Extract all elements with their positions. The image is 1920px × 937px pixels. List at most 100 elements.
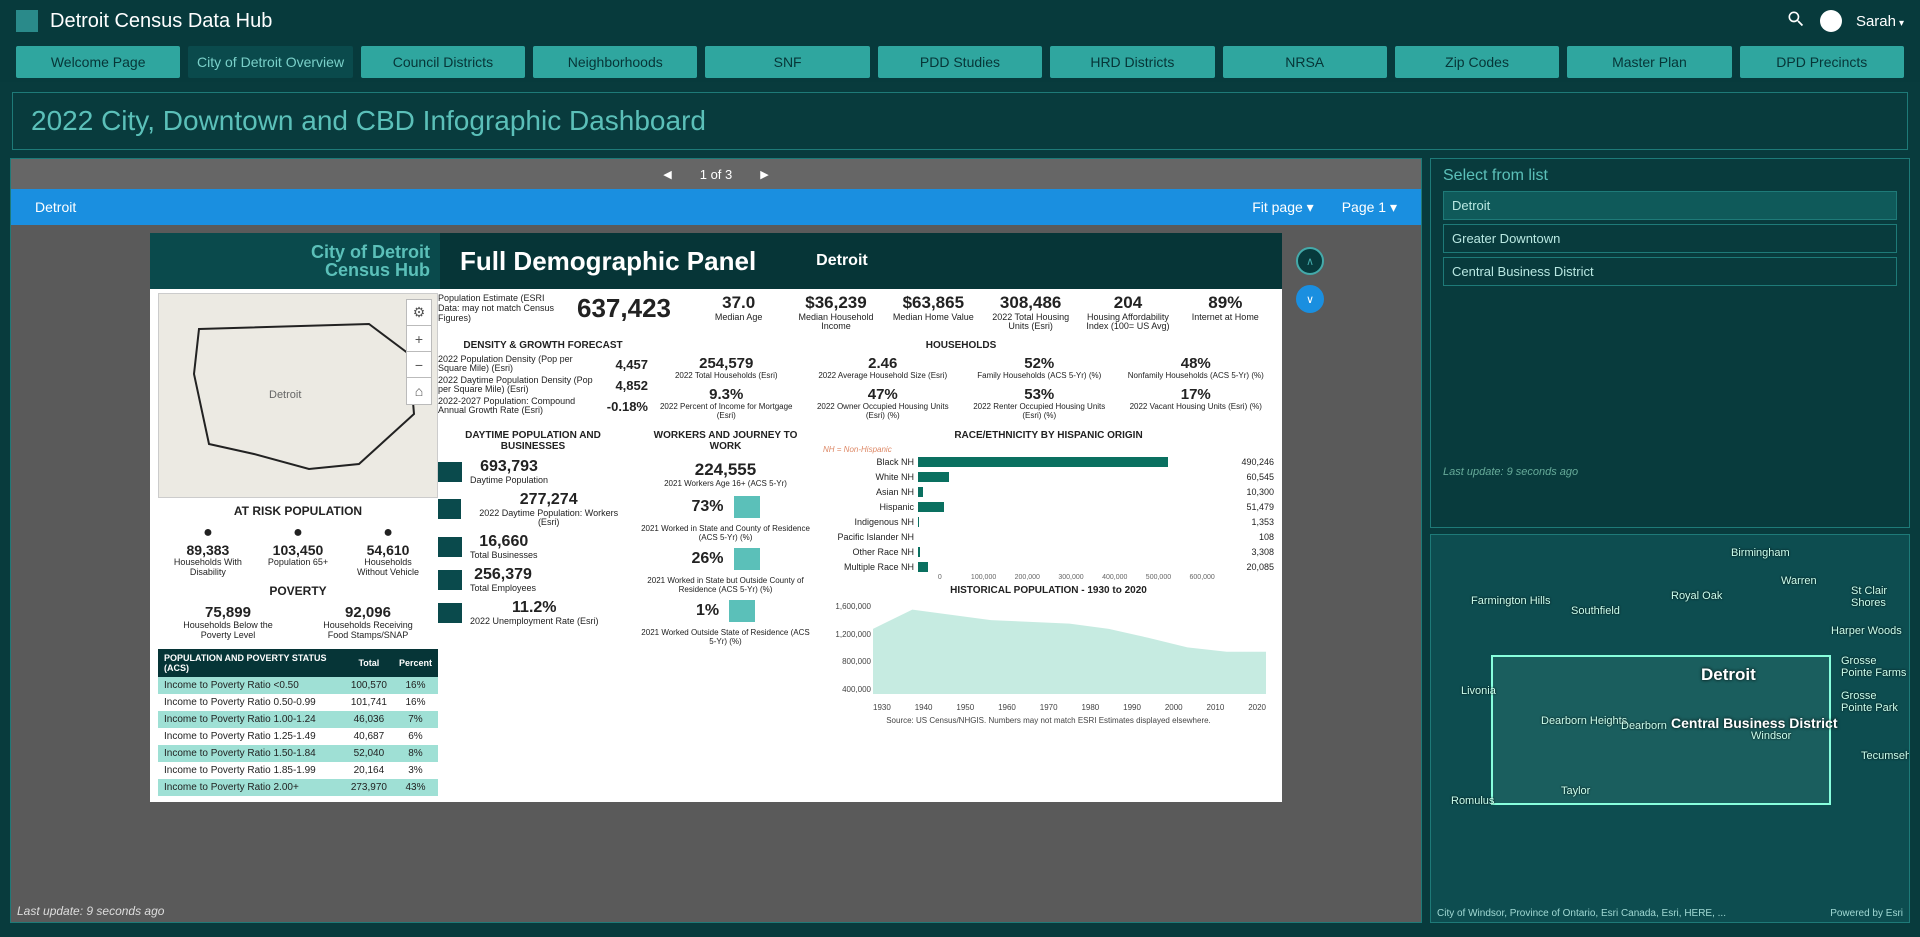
select-list-panel: Select from list DetroitGreater Downtown…	[1430, 158, 1910, 528]
race-bar-row: White NH60,545	[823, 469, 1274, 484]
map-label: Dearborn Heights	[1541, 715, 1627, 727]
risk-stat: ●89,383Households With Disability	[168, 524, 248, 578]
household-stat: 17%2022 Vacant Housing Units (Esri) (%)	[1118, 386, 1275, 420]
map-label: St Clair Shores	[1851, 585, 1909, 609]
poverty-table: POPULATION AND POVERTY STATUS (ACS)Total…	[158, 649, 438, 796]
race-bar-row: Indigenous NH1,353	[823, 514, 1274, 529]
poverty-stat: 75,899Households Below the Poverty Level	[173, 604, 283, 641]
tab-snf[interactable]: SNF	[705, 46, 869, 78]
last-update-text: Last update: 9 seconds ago	[17, 904, 164, 918]
viewer-location: Detroit	[35, 199, 76, 215]
zoom-in-button[interactable]: +	[407, 326, 431, 352]
at-risk-header: AT RISK POPULATION	[158, 504, 438, 518]
household-stat: 254,5792022 Total Households (Esri)	[648, 355, 805, 380]
risk-stat: ●54,610Households Without Vehicle	[348, 524, 428, 578]
tab-dpd-precincts[interactable]: DPD Precincts	[1740, 46, 1904, 78]
race-bar-row: Hispanic51,479	[823, 499, 1274, 514]
race-bar-row: Pacific Islander NH108	[823, 529, 1274, 544]
business-stat: 693,793Daytime Population	[438, 458, 628, 485]
table-row: Income to Poverty Ratio 1.25-1.4940,6876…	[158, 728, 438, 745]
tab-zip-codes[interactable]: Zip Codes	[1395, 46, 1559, 78]
table-row: Income to Poverty Ratio 1.85-1.9920,1643…	[158, 762, 438, 779]
user-name[interactable]: Sarah▾	[1856, 13, 1904, 30]
select-item[interactable]: Central Business District	[1443, 257, 1897, 286]
map-label: Grosse Pointe Park	[1841, 690, 1909, 714]
user-avatar[interactable]	[1820, 10, 1842, 32]
pager-next[interactable]: ▶	[760, 168, 768, 181]
report-pane: ◀ 1 of 3 ▶ Detroit Fit page ▾ Page 1 ▾ ∧…	[10, 158, 1422, 923]
top-stat: 308,4862022 Total Housing Units (Esri)	[982, 293, 1079, 332]
top-stat: 204Housing Affordability Index (100= US …	[1079, 293, 1176, 332]
map-controls: ⚙ + − ⌂	[406, 299, 432, 405]
work-pct: 1%2021 Worked Outside State of Residence…	[638, 600, 813, 646]
tab-master-plan[interactable]: Master Plan	[1567, 46, 1731, 78]
table-row: Income to Poverty Ratio <0.50100,57016%	[158, 677, 438, 694]
tab-nrsa[interactable]: NRSA	[1223, 46, 1387, 78]
race-bar-row: Black NH490,246	[823, 454, 1274, 469]
household-stat: 48%Nonfamily Households (ACS 5-Yr) (%)	[1118, 355, 1275, 380]
race-bar-row: Other Race NH3,308	[823, 544, 1274, 559]
map-label: Livonia	[1461, 685, 1496, 697]
top-stat: 37.0Median Age	[690, 293, 787, 332]
table-row: Income to Poverty Ratio 1.00-1.2446,0367…	[158, 711, 438, 728]
fit-page-dropdown[interactable]: Fit page ▾	[1252, 199, 1314, 216]
tab-neighborhoods[interactable]: Neighborhoods	[533, 46, 697, 78]
tab-welcome-page[interactable]: Welcome Page	[16, 46, 180, 78]
tab-council-districts[interactable]: Council Districts	[361, 46, 525, 78]
select-item[interactable]: Detroit	[1443, 191, 1897, 220]
stat-icon	[438, 499, 461, 519]
chevron-down-icon: ▾	[1390, 199, 1397, 215]
household-stat: 53%2022 Renter Occupied Housing Units (E…	[961, 386, 1118, 420]
region-map[interactable]: Detroit Central Business District Birmin…	[1430, 534, 1910, 923]
tab-hrd-districts[interactable]: HRD Districts	[1050, 46, 1214, 78]
work-pct: 26%2021 Worked in State but Outside Coun…	[638, 548, 813, 594]
population-estimate: 637,423	[564, 293, 684, 332]
gear-icon[interactable]: ⚙	[407, 300, 431, 326]
work-icon	[734, 548, 760, 570]
work-icon	[729, 600, 755, 622]
search-icon[interactable]	[1786, 9, 1806, 34]
map-label: Romulus	[1451, 795, 1494, 807]
scroll-up-button[interactable]: ∧	[1296, 247, 1324, 275]
business-stat: 11.2%2022 Unemployment Rate (Esri)	[438, 599, 628, 626]
map-label: Tecumseh	[1861, 750, 1910, 762]
stat-icon	[438, 537, 462, 557]
risk-stat: ●103,450Population 65+	[268, 524, 328, 578]
business-stat: 277,2742022 Daytime Population: Workers …	[438, 491, 628, 527]
chevron-down-icon: ▾	[1899, 18, 1904, 29]
pager-prev[interactable]: ◀	[663, 168, 671, 181]
nav-tabs: Welcome PageCity of Detroit Overview Coun…	[0, 42, 1920, 82]
app-title: Detroit Census Data Hub	[50, 10, 272, 33]
tab-pdd-studies[interactable]: PDD Studies	[878, 46, 1042, 78]
zoom-out-button[interactable]: −	[407, 352, 431, 378]
map-label: Southfield	[1571, 605, 1620, 617]
scroll-down-button[interactable]: ∨	[1296, 285, 1324, 313]
top-stat: $36,239Median Household Income	[787, 293, 884, 332]
race-bar-chart: Black NH490,246White NH60,545Asian NH10,…	[823, 454, 1274, 574]
table-row: Income to Poverty Ratio 1.50-1.8452,0408…	[158, 745, 438, 762]
map-label: Taylor	[1561, 785, 1590, 797]
dashboard-title-bar: 2022 City, Downtown and CBD Infographic …	[12, 92, 1908, 150]
top-stat: 89%Internet at Home	[1177, 293, 1274, 332]
poverty-stat: 92,096Households Receiving Food Stamps/S…	[313, 604, 423, 641]
pager-bar: ◀ 1 of 3 ▶	[11, 159, 1421, 189]
page-dropdown[interactable]: Page 1 ▾	[1342, 199, 1397, 216]
select-item[interactable]: Greater Downtown	[1443, 224, 1897, 253]
home-icon[interactable]: ⌂	[407, 378, 431, 404]
business-stat: 256,379Total Employees	[438, 566, 628, 593]
map-label: Harper Woods	[1831, 625, 1902, 637]
table-row: Income to Poverty Ratio 0.50-0.99101,741…	[158, 694, 438, 711]
household-stat: 9.3%2022 Percent of Income for Mortgage …	[648, 386, 805, 420]
work-icon	[734, 496, 760, 518]
work-pct: 73%2021 Worked in State and County of Re…	[638, 496, 813, 542]
map-label: Warren	[1781, 575, 1817, 587]
mini-map[interactable]: Detroit ⚙ + − ⌂	[158, 293, 438, 498]
viewer-bar: Detroit Fit page ▾ Page 1 ▾	[11, 189, 1421, 225]
dashboard-title: 2022 City, Downtown and CBD Infographic …	[31, 105, 1889, 137]
race-bar-row: Asian NH10,300	[823, 484, 1274, 499]
race-bar-row: Multiple Race NH20,085	[823, 559, 1274, 574]
household-stat: 47%2022 Owner Occupied Housing Units (Es…	[805, 386, 962, 420]
map-label: Windsor	[1751, 730, 1791, 742]
report-city: Detroit	[816, 252, 868, 270]
tab-city-of-detroit-overview[interactable]: City of Detroit Overview	[188, 46, 352, 78]
